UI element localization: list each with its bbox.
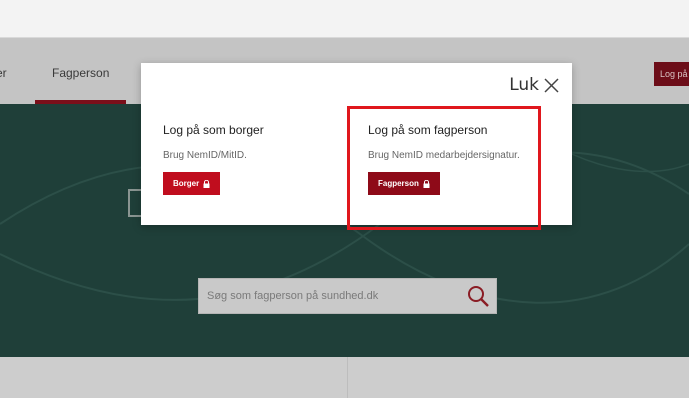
search-placeholder: Søg som fagperson på sundhed.dk — [207, 290, 379, 302]
borger-login-section: Log på som borger Brug NemID/MitID. Borg… — [163, 123, 264, 195]
search-icon[interactable] — [466, 284, 490, 308]
content-area — [0, 357, 689, 398]
borger-login-button[interactable]: Borger — [163, 172, 221, 195]
borger-title: Log på som borger — [163, 123, 264, 137]
hero-frame — [128, 189, 142, 217]
browser-bar — [0, 0, 689, 38]
nav-tab-fagperson[interactable]: Fagperson — [52, 66, 109, 80]
close-button[interactable]: Luk — [509, 75, 560, 95]
borger-button-label: Borger — [173, 179, 200, 188]
search-input[interactable]: Søg som fagperson på sundhed.dk — [198, 278, 497, 314]
borger-description: Brug NemID/MitID. — [163, 150, 247, 161]
nav-tab-borger[interactable]: er — [0, 66, 7, 80]
login-button[interactable]: Log på — [654, 62, 689, 86]
highlight-annotation — [347, 106, 541, 230]
lock-icon — [203, 179, 210, 188]
close-label: Luk — [509, 75, 539, 95]
divider — [347, 357, 348, 398]
close-icon — [544, 77, 559, 93]
